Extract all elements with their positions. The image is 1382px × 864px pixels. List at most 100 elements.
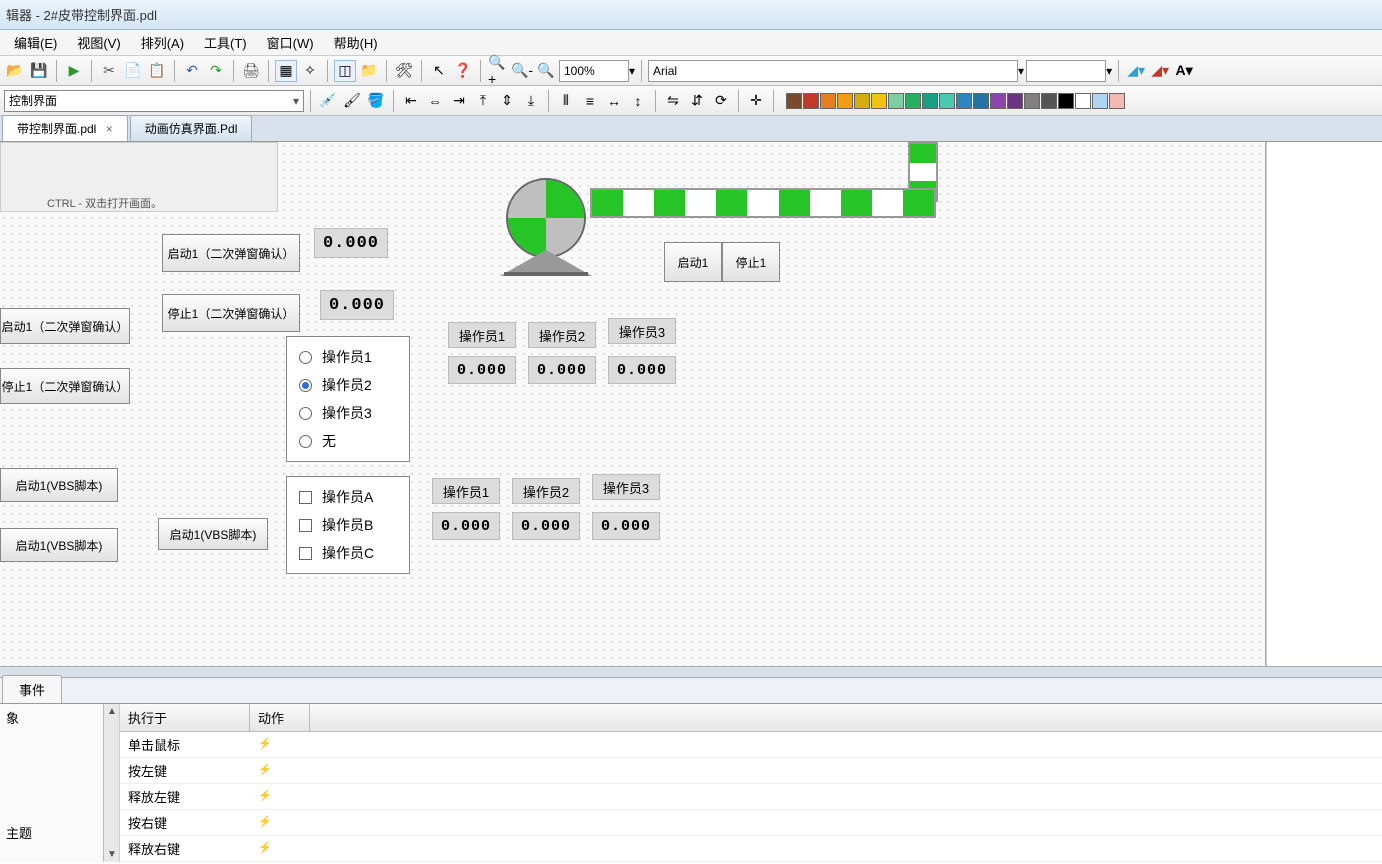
btn-start1-confirm[interactable]: 启动1（二次弹窗确认）	[162, 234, 300, 272]
palette-color[interactable]	[922, 93, 938, 109]
text-color-icon[interactable]: A▾	[1173, 60, 1195, 82]
check-operator-a[interactable]	[299, 491, 312, 504]
design-canvas[interactable]: CTRL - 双击打开画面。 启动1（二次弹窗确认） 停止1（二次弹窗确认） 启…	[0, 142, 1266, 666]
palette-color[interactable]	[905, 93, 921, 109]
align-bottom-icon[interactable]: ⤓	[520, 90, 542, 112]
tree-item-object[interactable]: 象	[0, 704, 119, 731]
menu-window[interactable]: 窗口(W)	[257, 30, 324, 55]
layout-icon[interactable]: ◫	[334, 60, 356, 82]
fontsize-input[interactable]	[1026, 60, 1106, 82]
palette-color[interactable]	[871, 93, 887, 109]
menu-arrange[interactable]: 排列(A)	[131, 30, 194, 55]
palette-color[interactable]	[1041, 93, 1057, 109]
flip-v-icon[interactable]: ⇵	[686, 90, 708, 112]
line-color-icon[interactable]: ◢▾	[1149, 60, 1171, 82]
palette-color[interactable]	[786, 93, 802, 109]
tab-control-page[interactable]: 带控制界面.pdl ×	[2, 115, 128, 141]
close-icon[interactable]: ×	[106, 122, 113, 136]
check-operator-b[interactable]	[299, 519, 312, 532]
distribute-v-icon[interactable]: ≡	[579, 90, 601, 112]
splitter[interactable]	[0, 666, 1382, 678]
radio-none[interactable]	[299, 435, 312, 448]
palette-color[interactable]	[837, 93, 853, 109]
flip-h-icon[interactable]: ⇋	[662, 90, 684, 112]
col-execute[interactable]: 执行于	[120, 704, 250, 731]
paste-icon[interactable]: 📋	[146, 60, 168, 82]
palette-color[interactable]	[973, 93, 989, 109]
menu-view[interactable]: 视图(V)	[67, 30, 130, 55]
align-right-icon[interactable]: ⇥	[448, 90, 470, 112]
palette-color[interactable]	[1058, 93, 1074, 109]
radio-operator-1[interactable]	[299, 351, 312, 364]
snap-icon[interactable]: ✧	[299, 60, 321, 82]
btn-stop1-confirm-left[interactable]: 停止1（二次弹窗确认）	[0, 368, 130, 404]
same-height-icon[interactable]: ↕	[627, 90, 649, 112]
same-width-icon[interactable]: ↔	[603, 90, 625, 112]
tree-item-blank[interactable]	[0, 731, 119, 739]
event-row-lmb-up[interactable]: 释放左键	[120, 784, 1382, 810]
palette-color[interactable]	[803, 93, 819, 109]
event-row-lmb-down[interactable]: 按左键	[120, 758, 1382, 784]
menu-edit[interactable]: 编辑(E)	[4, 30, 67, 55]
palette-color[interactable]	[939, 93, 955, 109]
menu-tools[interactable]: 工具(T)	[194, 30, 257, 55]
btn-start1-confirm-left[interactable]: 启动1（二次弹窗确认）	[0, 308, 130, 344]
rotate-icon[interactable]: ⟳	[710, 90, 732, 112]
help-icon[interactable]: ❓	[452, 60, 474, 82]
scrollbar[interactable]	[103, 704, 119, 862]
cut-icon[interactable]: ✂	[98, 60, 120, 82]
menu-help[interactable]: 帮助(H)	[324, 30, 388, 55]
undo-icon[interactable]: ↶	[181, 60, 203, 82]
btn-start1-small[interactable]: 启动1	[664, 242, 722, 282]
print-icon[interactable]: 🖨	[240, 60, 262, 82]
pointer-icon[interactable]: ↖	[428, 60, 450, 82]
zoom-in-icon[interactable]: 🔍+	[487, 60, 509, 82]
palette-color[interactable]	[1075, 93, 1091, 109]
btn-start-vbs-2[interactable]: 启动1(VBS脚本)	[0, 528, 118, 562]
btn-start-vbs-1[interactable]: 启动1(VBS脚本)	[0, 468, 118, 502]
center-icon[interactable]: ✛	[745, 90, 767, 112]
page-selector-combo[interactable]: 控制界面	[4, 90, 304, 112]
settings-icon[interactable]: 🛠	[393, 60, 415, 82]
col-action[interactable]: 动作	[250, 704, 310, 731]
event-row-click[interactable]: 单击鼠标	[120, 732, 1382, 758]
palette-color[interactable]	[1092, 93, 1108, 109]
tab-events[interactable]: 事件	[2, 675, 62, 703]
align-center-v-icon[interactable]: ⇕	[496, 90, 518, 112]
grid-icon[interactable]: ▦	[275, 60, 297, 82]
zoom-out-icon[interactable]: 🔍-	[511, 60, 533, 82]
brush-icon[interactable]: 🖌	[341, 90, 363, 112]
eyedropper-icon[interactable]: 💉	[317, 90, 339, 112]
palette-color[interactable]	[1109, 93, 1125, 109]
save-icon[interactable]: 💾	[28, 60, 50, 82]
tree-item-theme[interactable]: 主题	[0, 819, 119, 846]
palette-color[interactable]	[1007, 93, 1023, 109]
palette-color[interactable]	[956, 93, 972, 109]
tab-animation-page[interactable]: 动画仿真界面.Pdl	[130, 115, 253, 141]
btn-start-vbs-3[interactable]: 启动1(VBS脚本)	[158, 518, 268, 550]
palette-color[interactable]	[1024, 93, 1040, 109]
align-left-icon[interactable]: ⇤	[400, 90, 422, 112]
check-operator-c[interactable]	[299, 547, 312, 560]
event-row-rmb-up[interactable]: 释放右键	[120, 836, 1382, 862]
align-center-h-icon[interactable]: ⇔	[424, 90, 446, 112]
palette-color[interactable]	[888, 93, 904, 109]
bucket-icon[interactable]: 🪣	[365, 90, 387, 112]
fill-color-icon[interactable]: ◢▾	[1125, 60, 1147, 82]
zoom-fit-icon[interactable]: 🔍	[535, 60, 557, 82]
radio-operator-3[interactable]	[299, 407, 312, 420]
play-icon[interactable]: ▶	[63, 60, 85, 82]
copy-icon[interactable]: 📄	[122, 60, 144, 82]
palette-color[interactable]	[820, 93, 836, 109]
folder-icon[interactable]: 📁	[358, 60, 380, 82]
distribute-h-icon[interactable]: ⫴	[555, 90, 577, 112]
radio-operator-2[interactable]	[299, 379, 312, 392]
redo-icon[interactable]: ↷	[205, 60, 227, 82]
zoom-input[interactable]	[559, 60, 629, 82]
font-input[interactable]	[648, 60, 1018, 82]
palette-color[interactable]	[990, 93, 1006, 109]
event-row-rmb-down[interactable]: 按右键	[120, 810, 1382, 836]
events-tree[interactable]: 象 主题	[0, 704, 120, 862]
open-icon[interactable]: 📂	[4, 60, 26, 82]
btn-stop1-small[interactable]: 停止1	[722, 242, 780, 282]
